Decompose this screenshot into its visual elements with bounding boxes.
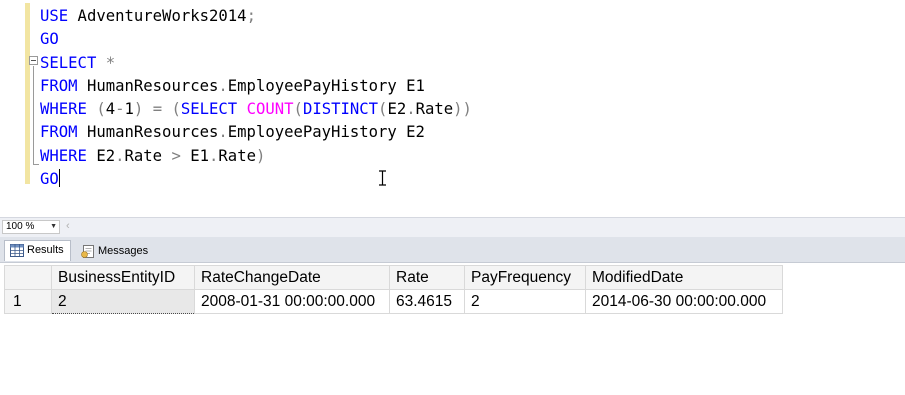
results-pane: BusinessEntityID RateChangeDate Rate Pay…: [0, 263, 905, 395]
grid-header-row: BusinessEntityID RateChangeDate Rate Pay…: [4, 265, 783, 290]
code-token: GO: [40, 170, 59, 189]
code-token: 1: [124, 100, 134, 119]
query-editor[interactable]: USE AdventureWorks2014; GO SELECT * FROM Hu…: [0, 0, 905, 216]
grid-cell-selected[interactable]: 2: [51, 289, 195, 314]
code-token: E2: [387, 100, 407, 119]
code-token: SELECT: [40, 53, 97, 72]
code-token: .: [218, 123, 228, 142]
code-token: HumanResources: [77, 76, 219, 95]
grid-cell[interactable]: 2: [464, 289, 586, 314]
code-token: .: [218, 76, 228, 95]
code-token: DISTINCT: [302, 100, 379, 119]
tab-messages-label: Messages: [98, 245, 149, 257]
code-token: Rate: [218, 146, 256, 165]
editor-status-strip: 100 % ▼ ‹: [0, 217, 905, 237]
code-token: GO: [40, 30, 59, 49]
code-token: FROM: [40, 76, 78, 95]
chevron-down-icon: ▼: [50, 223, 57, 230]
code-line[interactable]: GO: [40, 168, 472, 191]
code-token: FROM: [40, 123, 78, 142]
code-line[interactable]: USE AdventureWorks2014;: [40, 5, 472, 28]
code-token: SELECT: [180, 100, 238, 119]
row-number[interactable]: 1: [4, 289, 52, 314]
code-token: ;: [246, 7, 256, 25]
results-grid[interactable]: BusinessEntityID RateChangeDate Rate Pay…: [4, 265, 783, 314]
code-token: (: [96, 100, 106, 119]
code-token: USE: [40, 7, 69, 25]
code-token: *: [105, 53, 116, 72]
code-token: EmployeePayHistory E1: [227, 76, 425, 95]
code-token: Rate: [415, 100, 454, 119]
tab-messages[interactable]: Messages: [76, 242, 154, 263]
zoom-dropdown[interactable]: 100 % ▼: [2, 220, 60, 234]
ibeam-cursor-icon: [379, 170, 386, 186]
grid-cell[interactable]: 2014-06-30 00:00:00.000: [585, 289, 783, 314]
code-token: 4: [105, 100, 116, 119]
grid-icon: [10, 244, 24, 257]
code-token: E2: [86, 146, 116, 165]
code-line[interactable]: FROM HumanResources.EmployeePayHistory E…: [40, 75, 472, 98]
outline-line: [33, 66, 34, 165]
outline-line-end: [33, 164, 39, 165]
code-token: COUNT: [246, 100, 294, 119]
code-token: EmployeePayHistory E2: [227, 123, 425, 142]
code-token: (: [171, 100, 181, 119]
column-header[interactable]: RateChangeDate: [194, 265, 390, 290]
code-token: WHERE: [40, 146, 87, 165]
code-token: )): [453, 100, 472, 119]
code-token: ): [255, 146, 266, 165]
code-token: E1: [180, 146, 210, 165]
column-header[interactable]: PayFrequency: [464, 265, 586, 290]
code-line[interactable]: SELECT *: [40, 52, 472, 75]
zoom-value: 100 %: [6, 221, 35, 232]
scroll-left-arrow-icon[interactable]: ‹: [66, 220, 70, 232]
code-token: AdventureWorks2014: [68, 7, 247, 25]
code-token: (: [293, 100, 303, 119]
results-tabstrip: Results Messages: [0, 237, 905, 263]
code-token: WHERE: [40, 100, 87, 119]
column-header[interactable]: BusinessEntityID: [51, 265, 195, 290]
grid-corner-cell[interactable]: [4, 265, 52, 290]
grid-cell[interactable]: 2008-01-31 00:00:00.000: [194, 289, 390, 314]
tab-results-label: Results: [27, 244, 64, 256]
code-token: .: [115, 146, 125, 165]
tab-results[interactable]: Results: [4, 240, 71, 261]
code-token: .: [406, 100, 416, 119]
code-token: >: [171, 146, 181, 165]
code-line[interactable]: WHERE E2.Rate > E1.Rate): [40, 145, 472, 168]
change-tracking-bar: [25, 3, 30, 184]
column-header[interactable]: Rate: [389, 265, 465, 290]
code-token: ): [133, 100, 144, 119]
code-line[interactable]: WHERE (4-1) = (SELECT COUNT(DISTINCT(E2.…: [40, 98, 472, 121]
code-token: =: [152, 100, 163, 119]
code-token: Rate: [124, 146, 172, 165]
code-token: .: [209, 146, 219, 165]
sql-code[interactable]: USE AdventureWorks2014; GO SELECT * FROM Hu…: [40, 5, 472, 191]
grid-cell[interactable]: 63.4615: [389, 289, 465, 314]
column-header[interactable]: ModifiedDate: [585, 265, 783, 290]
text-caret: [58, 169, 60, 188]
code-token: -: [115, 100, 125, 119]
code-token: HumanResources: [77, 123, 219, 142]
code-line[interactable]: GO: [40, 28, 472, 51]
messages-icon: [81, 245, 94, 258]
table-row: 1 2 2008-01-31 00:00:00.000 63.4615 2 20…: [4, 289, 783, 314]
code-line[interactable]: FROM HumanResources.EmployeePayHistory E…: [40, 121, 472, 144]
collapse-toggle-icon[interactable]: [29, 56, 38, 65]
